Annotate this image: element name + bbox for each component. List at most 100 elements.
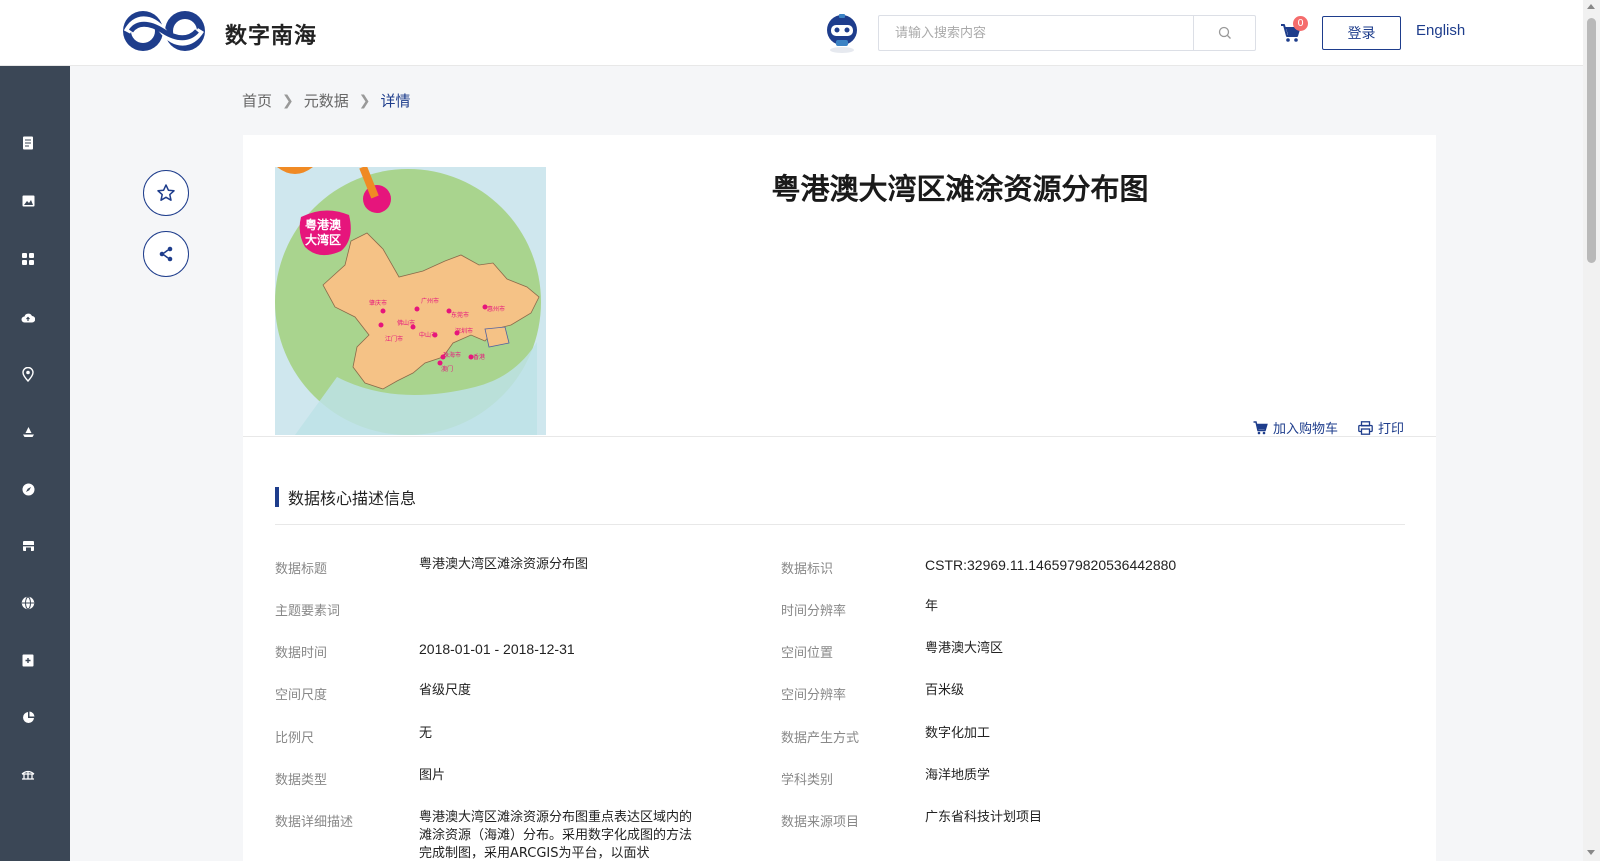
field-label-data-type: 数据类型 bbox=[275, 773, 328, 788]
breadcrumb-home[interactable]: 首页 bbox=[242, 90, 272, 111]
field-value-production-method: 数字化加工 bbox=[925, 726, 991, 741]
print-button[interactable]: 打印 bbox=[1358, 418, 1404, 437]
field-value-source-project: 广东省科技计划项目 bbox=[925, 810, 1043, 825]
sidebar-item-cloud[interactable] bbox=[21, 310, 35, 324]
field-value-map-scale: 无 bbox=[419, 726, 433, 741]
divider bbox=[275, 524, 1405, 525]
location-pin-icon bbox=[22, 366, 34, 382]
left-sidebar bbox=[0, 66, 70, 861]
field-value-identifier: CSTR:32969.11.1465979820536442880 bbox=[925, 557, 1177, 573]
sidebar-item-document[interactable] bbox=[21, 136, 35, 150]
map-region-label-line2: 大湾区 bbox=[305, 232, 341, 247]
favorite-button[interactable] bbox=[143, 170, 189, 216]
map-city-label: 江门市 bbox=[385, 335, 403, 343]
field-label-time: 数据时间 bbox=[275, 646, 328, 661]
page-title: 粤港澳大湾区滩涂资源分布图 bbox=[771, 172, 1149, 206]
add-to-cart-label: 加入购物车 bbox=[1272, 422, 1338, 437]
globe-icon bbox=[21, 596, 35, 610]
map-thumbnail-image: 粤港澳 大湾区 肇庆市 广州市 佛山市 东莞市 惠州市 江门市 中山市 深圳市 … bbox=[275, 167, 546, 435]
divider bbox=[243, 436, 1436, 437]
field-value-time: 2018-01-01 - 2018-12-31 bbox=[419, 641, 575, 657]
field-value-description: 粤港澳大湾区滩涂资源分布图重点表达区域内的滩涂资源（海滩）分布。采用数字化成图的… bbox=[419, 810, 693, 861]
chevron-right-icon: ❯ bbox=[282, 92, 294, 109]
map-city-label: 中山市 bbox=[419, 331, 437, 339]
scroll-thumb[interactable] bbox=[1587, 18, 1596, 263]
sidebar-item-grid[interactable] bbox=[21, 252, 35, 266]
cart-count-badge: 0 bbox=[1293, 16, 1308, 31]
search-button[interactable] bbox=[1193, 16, 1255, 50]
data-thumbnail[interactable]: 粤港澳 大湾区 肇庆市 广州市 佛山市 东莞市 惠州市 江门市 中山市 深圳市 … bbox=[275, 167, 546, 435]
field-label-title: 数据标题 bbox=[275, 562, 328, 577]
sidebar-item-bridge[interactable] bbox=[21, 767, 35, 781]
star-icon bbox=[157, 184, 175, 201]
sidebar-item-store[interactable] bbox=[21, 539, 35, 553]
compass-icon bbox=[22, 483, 34, 495]
search-input[interactable] bbox=[879, 16, 1195, 50]
bridge-icon bbox=[21, 770, 35, 780]
map-city-label: 澳门 bbox=[441, 365, 453, 373]
sidebar-item-globe[interactable] bbox=[21, 596, 35, 610]
field-value-title: 粤港澳大湾区滩涂资源分布图 bbox=[419, 557, 589, 572]
share-icon bbox=[159, 246, 173, 262]
login-button[interactable]: 登录 bbox=[1322, 16, 1401, 50]
site-logo[interactable] bbox=[121, 8, 207, 54]
cart-icon bbox=[1253, 420, 1268, 434]
top-header: 数字南海 0 登录 English bbox=[0, 0, 1583, 66]
page-scrollbar[interactable] bbox=[1583, 0, 1600, 861]
field-label-discipline: 学科类别 bbox=[781, 773, 834, 788]
field-value-discipline: 海洋地质学 bbox=[925, 768, 991, 783]
map-city-label: 香港 bbox=[473, 353, 485, 361]
field-label-identifier: 数据标识 bbox=[781, 562, 834, 577]
field-label-source-project: 数据来源项目 bbox=[781, 815, 860, 830]
breadcrumb: 首页 ❯ 元数据 ❯ 详情 bbox=[242, 90, 411, 111]
breadcrumb-current: 详情 bbox=[380, 92, 411, 110]
field-label-description: 数据详细描述 bbox=[275, 815, 354, 830]
search-box bbox=[878, 15, 1256, 51]
pie-chart-icon bbox=[22, 711, 34, 723]
card-actions: 加入购物车 打印 bbox=[1253, 418, 1404, 437]
cart-button[interactable]: 0 bbox=[1280, 16, 1308, 46]
site-name[interactable]: 数字南海 bbox=[225, 18, 317, 50]
field-value-data-type: 图片 bbox=[419, 768, 446, 783]
field-label-keywords: 主题要素词 bbox=[275, 604, 341, 619]
scroll-down-arrow-icon[interactable] bbox=[1587, 850, 1595, 855]
search-icon bbox=[1218, 26, 1231, 39]
grid-icon bbox=[22, 253, 34, 265]
field-value-location: 粤港澳大湾区 bbox=[925, 641, 1004, 656]
map-region-label-line1: 粤港澳 bbox=[305, 217, 342, 232]
map-city-label: 广州市 bbox=[421, 297, 439, 305]
robot-assistant-icon[interactable] bbox=[822, 12, 862, 54]
section-accent-bar bbox=[275, 487, 279, 507]
language-switch[interactable]: English bbox=[1416, 22, 1465, 39]
section-title: 数据核心描述信息 bbox=[288, 489, 417, 508]
sidebar-item-image[interactable] bbox=[21, 194, 35, 208]
field-label-spatial-scale: 空间尺度 bbox=[275, 688, 328, 703]
sidebar-item-add[interactable] bbox=[21, 653, 35, 667]
add-to-cart-button[interactable]: 加入购物车 bbox=[1253, 418, 1338, 437]
map-city-label: 惠州市 bbox=[487, 305, 505, 313]
chevron-right-icon: ❯ bbox=[358, 92, 371, 109]
print-label: 打印 bbox=[1377, 422, 1404, 437]
field-value-spatial-scale: 省级尺度 bbox=[419, 683, 472, 698]
sidebar-item-chart[interactable] bbox=[21, 710, 35, 724]
add-box-icon bbox=[22, 654, 34, 666]
cloud-upload-icon bbox=[21, 313, 35, 322]
section-header: 数据核心描述信息 bbox=[275, 487, 417, 508]
sidebar-item-location[interactable] bbox=[21, 366, 35, 382]
store-icon bbox=[22, 541, 34, 551]
breadcrumb-metadata[interactable]: 元数据 bbox=[304, 90, 349, 111]
share-button[interactable] bbox=[143, 231, 189, 277]
map-city-label: 深圳市 bbox=[455, 327, 473, 335]
map-city-label: 珠海市 bbox=[443, 351, 461, 359]
field-value-time-resolution: 年 bbox=[925, 599, 939, 614]
sidebar-item-compass[interactable] bbox=[21, 482, 35, 496]
map-city-label: 肇庆市 bbox=[369, 299, 387, 307]
map-city-label: 佛山市 bbox=[397, 319, 415, 327]
sidebar-item-ship[interactable] bbox=[21, 425, 35, 439]
ship-icon bbox=[22, 427, 34, 437]
printer-icon bbox=[1358, 420, 1373, 435]
field-label-time-resolution: 时间分辨率 bbox=[781, 604, 847, 619]
field-label-spatial-resolution: 空间分辨率 bbox=[781, 688, 847, 703]
scroll-up-arrow-icon[interactable] bbox=[1587, 4, 1595, 9]
field-label-production-method: 数据产生方式 bbox=[781, 731, 860, 746]
